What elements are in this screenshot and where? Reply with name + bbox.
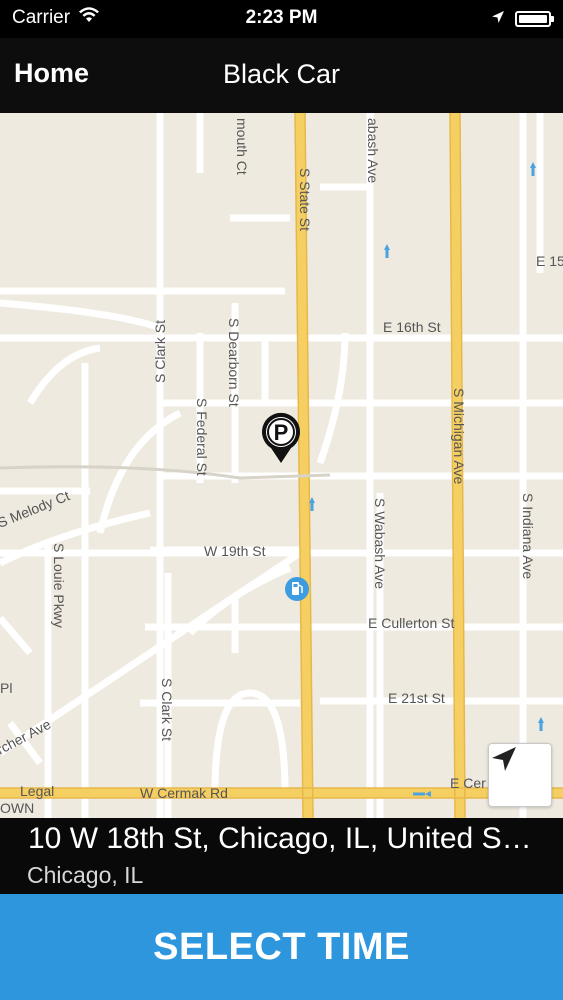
status-time: 2:23 PM — [245, 7, 318, 28]
parking-pin-icon[interactable]: P — [262, 412, 300, 463]
street-label: S State St — [297, 168, 313, 231]
street-label: S Louie Pkwy — [51, 543, 67, 628]
street-label: OWN — [0, 800, 34, 816]
gas-station-icon[interactable] — [285, 577, 309, 601]
street-label: S Wabash Ave — [372, 498, 388, 589]
page-title: Black Car — [222, 59, 341, 89]
street-label: S Indiana Ave — [520, 493, 536, 579]
street-label: W 19th St — [204, 543, 266, 559]
map-canvas: S State St mouth Ct abash Ave E 15 E 16t… — [0, 113, 563, 818]
street-label: E 21st St — [388, 690, 445, 706]
navigation-bar: Home Black Car — [0, 38, 563, 113]
street-label: E Cullerton St — [368, 615, 454, 631]
street-label: Pl — [0, 680, 12, 696]
street-label: mouth Ct — [234, 118, 250, 175]
select-time-button[interactable]: SELECT TIME — [0, 894, 563, 1000]
battery-icon — [515, 11, 554, 27]
status-bar: Carrier 2:23 PM — [0, 0, 563, 38]
status-right — [491, 8, 554, 30]
screen: Carrier 2:23 PM Home Black Car S State S… — [0, 0, 563, 1000]
street-label: S Federal St — [194, 398, 210, 476]
street-label: S Dearborn St — [226, 318, 242, 407]
street-label: S Michigan Ave — [451, 388, 467, 484]
street-label: Legal — [20, 783, 54, 799]
street-label: W Cermak Rd — [140, 785, 228, 801]
street-label: abash Ave — [365, 118, 381, 183]
street-label: E 16th St — [383, 319, 441, 335]
street-label: E Cer — [450, 775, 486, 791]
location-arrow-icon — [491, 8, 505, 30]
street-label: S Clark St — [152, 320, 168, 383]
street-label: E 15 — [536, 253, 563, 269]
parking-marker-letter: P — [274, 420, 289, 445]
address-city: Chicago, IL — [27, 862, 144, 888]
street-label: S Clark St — [159, 678, 175, 741]
map-view[interactable]: S State St mouth Ct abash Ave E 15 E 16t… — [0, 113, 563, 818]
address-panel: 10 W 18th St, Chicago, IL, United States… — [0, 818, 563, 894]
locate-me-button[interactable] — [488, 743, 552, 807]
address-line: 10 W 18th St, Chicago, IL, United States — [28, 822, 538, 855]
